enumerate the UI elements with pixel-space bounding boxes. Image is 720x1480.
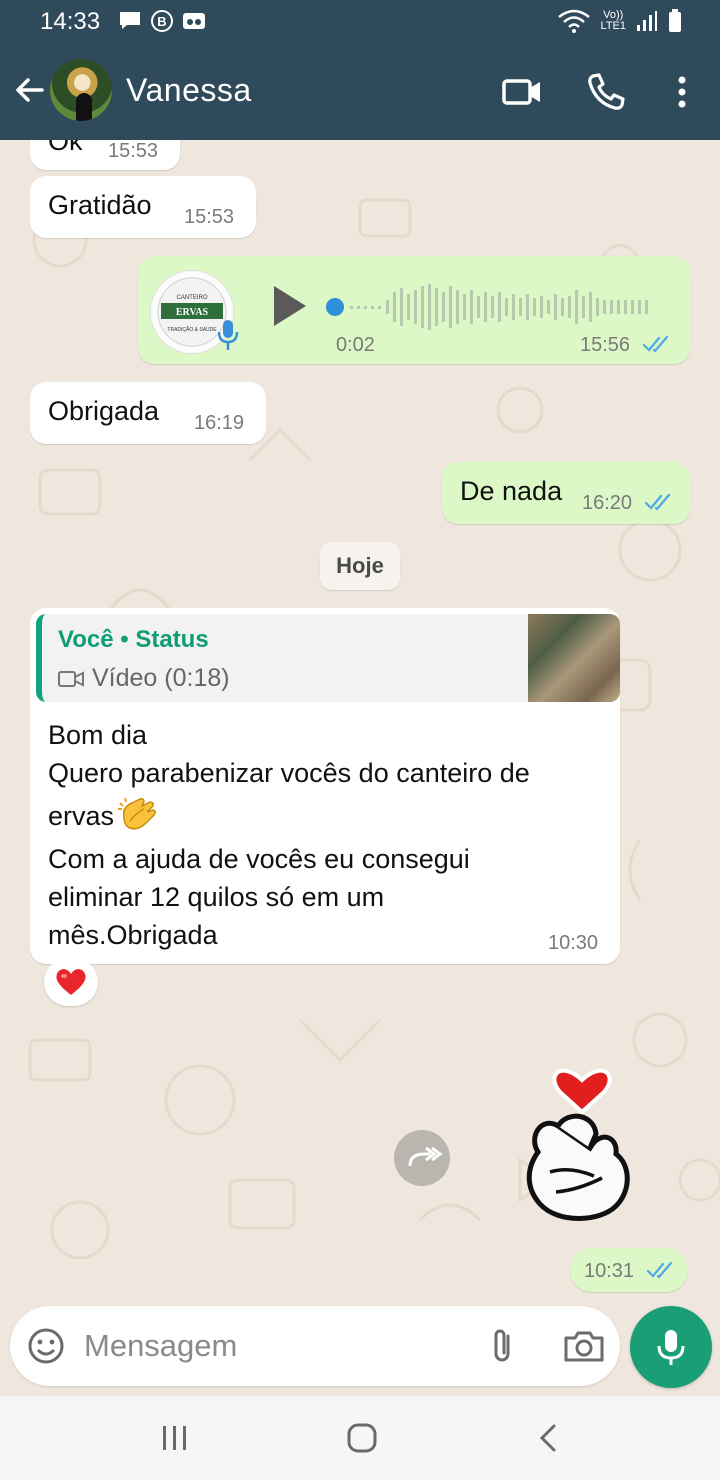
read-ticks-icon <box>642 335 669 353</box>
message-line-text: ervas <box>48 801 115 831</box>
quoted-separator: • <box>113 626 136 653</box>
message-line: Bom dia <box>48 720 148 750</box>
audio-duration: 0:02 <box>336 334 375 356</box>
message-line: Com a ajuda de vocês eu consegui <box>48 844 470 874</box>
microphone-icon <box>657 1330 685 1365</box>
quoted-header: Você • Status <box>58 626 209 654</box>
emoji-icon[interactable] <box>26 1326 66 1366</box>
svg-text:B: B <box>157 14 166 29</box>
audio-waveform[interactable] <box>324 282 664 332</box>
message-text: Obrigada <box>48 396 160 426</box>
home-icon[interactable] <box>342 1420 382 1456</box>
forward-icon <box>408 1146 443 1167</box>
message-input[interactable]: Mensagem <box>84 1328 237 1364</box>
voice-message-bubble[interactable]: CANTEIRO ERVAS TRADIÇÃO & SAÚDE 0:02 15:… <box>138 256 690 364</box>
play-icon[interactable] <box>270 284 310 328</box>
message-line-text: Quero parabenizar vocês do canteiro de <box>48 758 530 788</box>
notification-icons: B <box>118 10 206 32</box>
clapping-hands-emoji <box>118 797 157 830</box>
message-icon <box>120 12 140 29</box>
svg-text:CANTEIRO: CANTEIRO <box>176 295 207 301</box>
quoted-status[interactable]: Você • Status Vídeo (0:18) <box>36 614 620 702</box>
message-time: 16:20 <box>582 492 633 514</box>
system-nav-bar <box>0 1396 720 1480</box>
message-line: ervas <box>48 792 530 840</box>
video-icon <box>58 670 84 687</box>
message-text: De nada <box>460 476 563 506</box>
quoted-media: Vídeo (0:18) <box>58 664 230 693</box>
quoted-media-label: Vídeo (0:18) <box>92 664 230 692</box>
message-text: Bom dia Quero parabenizar vocês do cante… <box>48 716 530 954</box>
phone-call-icon[interactable] <box>584 70 628 114</box>
message-time: 15:53 <box>184 206 235 228</box>
message-bubble-incoming[interactable]: Gratidão 15:53 <box>30 176 256 238</box>
contact-name[interactable]: Vanessa <box>126 72 252 109</box>
voicemail-icon <box>183 13 205 29</box>
signal-icon <box>637 11 657 31</box>
wifi-icon <box>557 9 590 33</box>
more-options-icon[interactable] <box>660 70 704 114</box>
message-time: 10:30 <box>548 932 599 954</box>
recent-apps-icon[interactable] <box>155 1420 195 1456</box>
message-text: Ok <box>48 140 83 156</box>
message-text: Gratidão <box>48 190 152 220</box>
heart-reaction-icon <box>56 969 86 995</box>
camera-icon[interactable] <box>562 1326 606 1366</box>
quoted-source: Status <box>135 626 209 653</box>
battery-icon <box>669 9 681 32</box>
message-time: 15:53 <box>108 140 159 162</box>
voice-record-button[interactable] <box>630 1306 712 1388</box>
contact-avatar[interactable] <box>50 59 112 121</box>
status-reply-bubble[interactable]: Você • Status Vídeo (0:18) Bom dia Quero… <box>30 608 620 964</box>
back-nav-icon[interactable] <box>530 1420 570 1456</box>
status-right-icons: Vo)) LTE1 <box>557 9 682 33</box>
status-bar: 14:33 B Vo)) LTE1 <box>0 0 720 44</box>
message-bubble-outgoing[interactable]: De nada 16:20 <box>442 462 690 524</box>
quoted-author: Você <box>58 626 114 653</box>
read-ticks-icon <box>644 493 671 511</box>
message-line: mês.Obrigada <box>48 920 218 950</box>
reaction-chip[interactable] <box>44 958 98 1006</box>
message-time: 10:31 <box>584 1260 635 1282</box>
svg-text:TRADIÇÃO & SAÚDE: TRADIÇÃO & SAÚDE <box>167 326 217 333</box>
message-line: Quero parabenizar vocês do canteiro de <box>48 754 530 792</box>
mic-badge-icon <box>217 320 239 350</box>
attachment-icon[interactable] <box>484 1326 524 1366</box>
message-time: 15:56 <box>580 334 631 356</box>
chat-area[interactable]: Ok 15:53 Gratidão 15:53 CANTEIRO ERVAS T… <box>0 140 720 1300</box>
forward-button[interactable] <box>394 1130 450 1186</box>
finger-heart-sticker[interactable] <box>510 1040 640 1230</box>
message-composer: Mensagem <box>10 1306 620 1386</box>
lte-label: LTE1 <box>600 20 626 32</box>
status-video-thumbnail <box>528 614 620 702</box>
back-arrow-icon[interactable] <box>12 72 48 108</box>
chat-header: Vanessa <box>0 44 720 140</box>
message-time: 16:19 <box>194 412 245 434</box>
svg-text:ERVAS: ERVAS <box>176 307 209 318</box>
message-bubble-incoming[interactable]: Obrigada 16:19 <box>30 382 266 444</box>
message-bubble-incoming[interactable]: Ok 15:53 <box>30 140 180 170</box>
message-line: eliminar 12 quilos só em um <box>48 882 385 912</box>
b-icon: B <box>151 10 173 32</box>
volte-icon: Vo)) LTE1 <box>601 10 626 32</box>
sticker-time-pill: 10:31 <box>570 1248 688 1292</box>
video-call-icon[interactable] <box>500 70 544 114</box>
status-time: 14:33 <box>40 8 101 35</box>
read-ticks-icon <box>646 1261 673 1279</box>
date-separator: Hoje <box>320 542 400 590</box>
